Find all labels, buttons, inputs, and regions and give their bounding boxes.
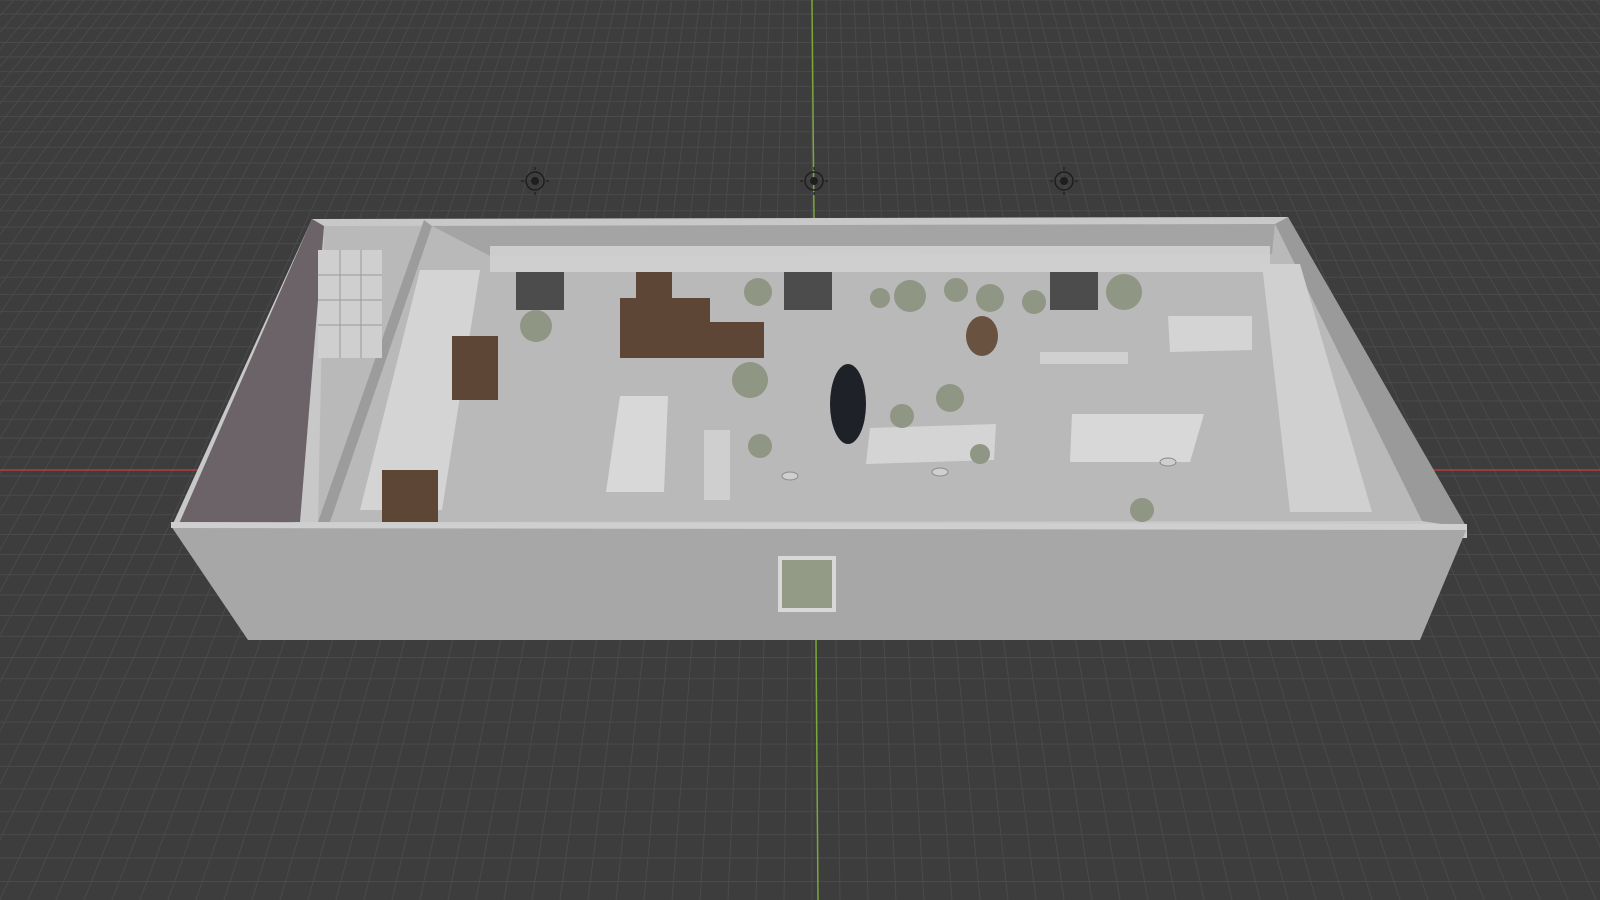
3d-viewport[interactable]	[0, 0, 1600, 900]
grid-line	[1595, 0, 1600, 6]
grid-line	[1427, 0, 1600, 253]
grid-line	[0, 0, 127, 167]
viewport-canvas[interactable]	[0, 0, 1600, 900]
grid-line	[1399, 0, 1600, 308]
light-icon[interactable]	[1050, 167, 1078, 195]
grid-line	[1539, 0, 1600, 75]
grid-line	[0, 0, 43, 50]
bench	[704, 430, 730, 500]
barrel	[966, 316, 998, 356]
grid-line	[1553, 0, 1600, 57]
grid-line	[0, 0, 57, 68]
table	[1070, 414, 1204, 462]
bench	[1040, 352, 1128, 364]
grid-line	[1469, 0, 1600, 179]
dark-tree	[830, 364, 866, 444]
grid-line	[0, 0, 169, 236]
window	[784, 272, 832, 310]
wall-picture-content	[782, 560, 832, 608]
grid-line	[1483, 0, 1600, 157]
left-interior-wall	[178, 219, 324, 526]
building-model[interactable]	[171, 217, 1467, 640]
grid-line	[0, 0, 211, 315]
window	[1050, 272, 1098, 310]
light-icon[interactable]	[521, 167, 549, 195]
grid-line	[1511, 0, 1600, 114]
grid-line	[0, 0, 183, 261]
table	[1168, 316, 1252, 352]
window	[516, 272, 564, 310]
grid-line	[0, 0, 99, 125]
grid-line	[1455, 0, 1600, 203]
storage-shelf	[318, 250, 382, 358]
grid-line	[1567, 0, 1600, 39]
back-shelf	[490, 246, 1270, 272]
